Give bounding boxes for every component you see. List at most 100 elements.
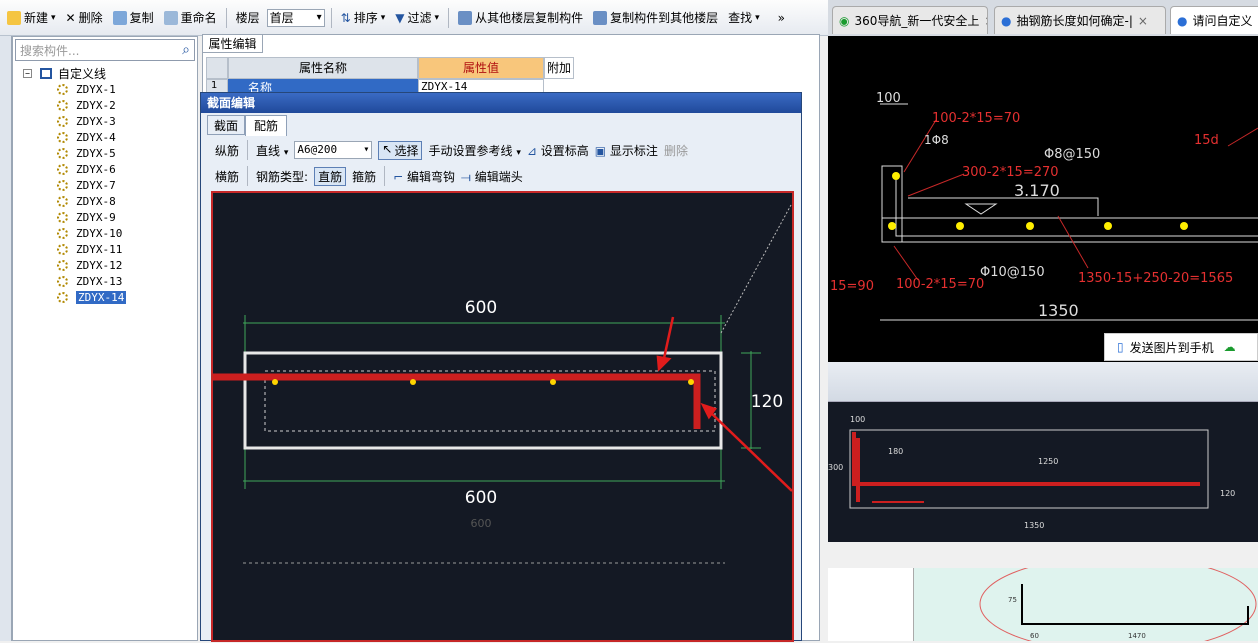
tree-item-label: ZDYX-1 — [76, 82, 116, 96]
user-icon: ● — [1001, 13, 1012, 28]
rebar-point[interactable] — [688, 379, 694, 385]
tree-item-label: ZDYX-5 — [76, 146, 116, 160]
copy-to-icon — [593, 10, 608, 25]
tree-item[interactable]: ZDYX-8 — [13, 193, 197, 209]
delete-rebar-button[interactable]: 删除 — [664, 142, 688, 159]
cad-label: Φ10@150 — [980, 265, 1045, 280]
line-type-dropdown[interactable]: 直线 ▾ — [256, 142, 288, 159]
tree-item[interactable]: ZDYX-7 — [13, 177, 197, 193]
tree-item[interactable]: ZDYX-14 — [13, 289, 197, 305]
tree-item[interactable]: ZDYX-1 — [13, 81, 197, 97]
stirrup-button[interactable]: 箍筋 — [352, 168, 376, 185]
row-value[interactable]: ZDYX-14 — [418, 79, 544, 93]
dialog-title: 截面编辑 — [201, 93, 801, 113]
tree-item[interactable]: ZDYX-11 — [13, 241, 197, 257]
select-button[interactable]: ↖ 选择 — [378, 140, 423, 160]
toolbar-divider — [330, 7, 332, 28]
search-input[interactable]: 搜索构件... ⌕ — [15, 39, 195, 61]
tree-item-label: ZDYX-12 — [76, 258, 123, 272]
edit-end-button[interactable]: ⟞ 编辑端头 — [461, 168, 523, 185]
browser-tab-2[interactable]: ● 抽钢筋长度如何确定-| × — [994, 6, 1166, 34]
tab-property-edit[interactable]: 属性编辑 — [203, 35, 263, 53]
copy-from-floor-button[interactable]: 从其他楼层复制构件 — [455, 7, 586, 28]
cad-label: 15=90 — [830, 279, 874, 294]
cad-rebar-point — [1104, 222, 1112, 230]
gear-icon — [57, 259, 68, 271]
section-drawing[interactable]: 600 600 600 120 — [213, 193, 793, 640]
rebar-point[interactable] — [550, 379, 556, 385]
gear-icon — [57, 243, 68, 255]
tree-item[interactable]: ZDYX-4 — [13, 129, 197, 145]
tree-item[interactable]: ZDYX-6 — [13, 161, 197, 177]
set-height-button[interactable]: ⊿ 设置标高 — [527, 142, 589, 159]
thumb-hook-line — [1021, 584, 1249, 625]
tree-item[interactable]: ZDYX-13 — [13, 273, 197, 289]
thumb-toolbar — [828, 362, 1258, 402]
close-icon[interactable]: × — [1138, 14, 1148, 28]
search-placeholder: 搜索构件... — [20, 43, 80, 58]
send-to-phone-bar: ▯ 发送图片到手机 ☁ — [1104, 333, 1258, 361]
show-dim-button[interactable]: ▣ 显示标注 — [595, 142, 658, 159]
cad-label: 100-2*15=70 — [932, 111, 1020, 126]
tree-item-label: ZDYX-7 — [76, 178, 116, 192]
thumb-dim: 1250 — [1038, 457, 1058, 466]
more-button[interactable]: » — [775, 9, 788, 27]
main-toolbar: 新建▾ ✕删除 复制 重命名 楼层 首层 ⇅排序▾ ▼过滤▾ 从其他楼层复制构件… — [0, 0, 828, 36]
cloud-icon[interactable]: ☁ — [1224, 340, 1236, 354]
thumb-hook-drawing: 1470 60 75 — [979, 568, 1257, 641]
gear-icon — [57, 179, 68, 191]
floor-select[interactable]: 首层 — [266, 8, 325, 27]
straight-bar-button[interactable]: 直筋 — [314, 166, 347, 186]
tree-item-label: ZDYX-6 — [76, 162, 116, 176]
close-icon[interactable]: × — [984, 14, 987, 28]
gear-icon — [57, 131, 68, 143]
new-button[interactable]: 新建 ▾ — [4, 7, 59, 28]
cad-rebar — [895, 172, 1258, 237]
tree-item[interactable]: ZDYX-5 — [13, 145, 197, 161]
rebar-line[interactable] — [213, 373, 701, 429]
sort-button[interactable]: ⇅ 排序 ▾ — [338, 7, 389, 28]
tree-item[interactable]: ZDYX-3 — [13, 113, 197, 129]
tree-item[interactable]: ZDYX-12 — [13, 257, 197, 273]
browser-tab-strip: ◉360导航_新一代安全上× ●抽钢筋长度如何确定-|× ●请问自定义 — [828, 0, 1258, 36]
send-to-phone-button[interactable]: ▯ 发送图片到手机 — [1117, 339, 1214, 356]
section-canvas[interactable]: 600 600 600 120 — [211, 191, 794, 642]
copy-to-floor-button[interactable]: 复制构件到其他楼层 — [590, 7, 721, 28]
thumb-canvas: 100 300 180 1250 120 1350 — [828, 402, 1258, 542]
collapse-icon[interactable]: − — [23, 68, 32, 78]
bar-type-label: 钢筋类型: — [256, 169, 309, 184]
rebar-point[interactable] — [410, 379, 416, 385]
custom-line-icon — [40, 67, 52, 79]
browser-tab-1[interactable]: ◉360导航_新一代安全上× — [832, 6, 988, 34]
edit-hook-button[interactable]: ⌐ 编辑弯钩 — [393, 168, 455, 185]
cad-rebar-point — [888, 222, 896, 230]
row-name: 名称 — [228, 79, 418, 93]
tree-item[interactable]: ZDYX-2 — [13, 97, 197, 113]
user-icon: ● — [1177, 13, 1188, 28]
tab-section[interactable]: 截面 — [207, 115, 246, 135]
filter-button[interactable]: ▼ 过滤 ▾ — [392, 7, 442, 28]
section-edit-dialog: 截面编辑 截面 配筋 纵筋 直线 ▾ A6@200 ↖选择 手动设置参考线 ▾ … — [200, 92, 802, 642]
rename-button[interactable]: 重命名 — [161, 7, 220, 28]
browser-tab-3[interactable]: ● 请问自定义 — [1170, 6, 1258, 34]
row-number: 1 — [206, 79, 228, 93]
copy-button[interactable]: 复制 — [110, 7, 157, 28]
delete-button[interactable]: ✕ 删除 — [63, 7, 106, 28]
bar-spec-input[interactable]: A6@200 — [294, 141, 373, 159]
tab-rebar[interactable]: 配筋 — [245, 115, 288, 136]
rebar-point[interactable] — [272, 379, 278, 385]
gear-icon — [57, 147, 68, 159]
cad-leader — [893, 245, 919, 281]
tree-item[interactable]: ZDYX-10 — [13, 225, 197, 241]
height-icon: ⊿ — [526, 143, 537, 158]
thumb-dim: 100 — [850, 415, 865, 424]
column-header-name: 属性名称 — [228, 57, 418, 79]
search-icon[interactable]: ⌕ — [182, 42, 190, 58]
cad-leader — [1227, 127, 1258, 147]
component-tree-panel: 搜索构件... ⌕ − 自定义线 ZDYX-1 ZDYX-2 ZDYX-3 ZDYX-… — [12, 36, 198, 641]
manual-ref-dropdown[interactable]: 手动设置参考线 ▾ — [428, 142, 520, 159]
tree-root[interactable]: − 自定义线 — [13, 65, 197, 81]
find-button[interactable]: 查找 ▾ — [725, 7, 763, 28]
tree-item[interactable]: ZDYX-9 — [13, 209, 197, 225]
thumb-dim: 180 — [888, 447, 903, 456]
